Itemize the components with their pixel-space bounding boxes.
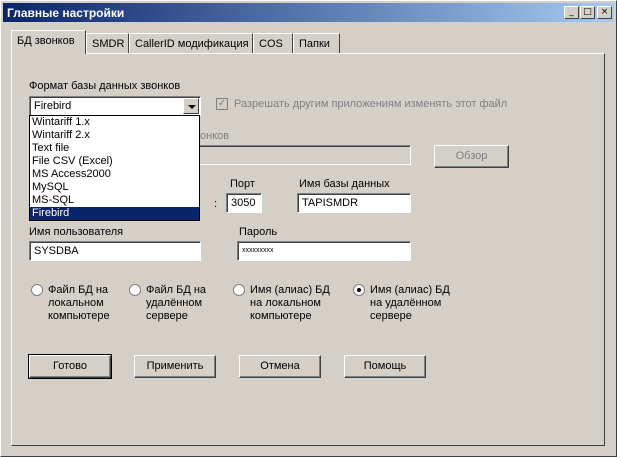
radio-local-alias[interactable]	[233, 284, 245, 296]
dropdown-option[interactable]: MS Access2000	[30, 168, 199, 181]
radio-remote-file-label: Файл БД на удалённом сервере	[146, 284, 207, 322]
chevron-down-icon[interactable]	[183, 98, 199, 114]
tab-smdr[interactable]: SMDR	[86, 33, 129, 53]
tab-folders[interactable]: Папки	[293, 33, 340, 53]
dbname-label: Имя базы данных	[299, 178, 390, 190]
tab-label: БД звонков	[17, 35, 75, 47]
db-format-combo[interactable]: Firebird	[29, 96, 201, 116]
host-port-separator: :	[214, 198, 218, 210]
dropdown-option[interactable]: Text file	[30, 142, 199, 155]
apply-button[interactable]: Применить	[134, 355, 216, 378]
tab-label: CallerID модификация	[135, 38, 249, 50]
dropdown-option[interactable]: MySQL	[30, 181, 199, 194]
password-input[interactable]: xxxxxxxxx	[237, 241, 411, 261]
tab-calls-db[interactable]: БД звонков	[11, 30, 86, 54]
radio-local-file-label: Файл БД на локальном компьютере	[48, 284, 110, 322]
maximize-button[interactable]: □	[580, 6, 595, 19]
radio-remote-file[interactable]	[129, 284, 141, 296]
radio-local-file[interactable]	[31, 284, 43, 296]
db-file-path-input[interactable]	[197, 145, 411, 165]
username-input[interactable]: SYSDBA	[29, 241, 201, 261]
db-format-value: Firebird	[34, 100, 72, 112]
radio-remote-alias-label: Имя (алиас) БД на удалённом сервере	[370, 284, 450, 322]
dropdown-option[interactable]: MS-SQL	[30, 194, 199, 207]
tab-label: SMDR	[92, 38, 125, 50]
password-label: Пароль	[239, 226, 278, 238]
main-settings-window: Главные настройки _ □ × БД звонков SMDR …	[0, 0, 617, 457]
username-label: Имя пользователя	[29, 226, 124, 238]
port-label: Порт	[230, 178, 255, 190]
dropdown-option[interactable]: Wintariff 1.x	[30, 116, 199, 129]
browse-button[interactable]: Обзор	[434, 145, 509, 168]
dropdown-option[interactable]: File CSV (Excel)	[30, 155, 199, 168]
dropdown-option-selected[interactable]: Firebird	[30, 207, 199, 220]
port-input[interactable]: 3050	[226, 193, 262, 213]
ok-button[interactable]: Готово	[28, 354, 112, 379]
allow-others-checkbox[interactable]: ✓	[216, 98, 228, 110]
help-button[interactable]: Помощь	[344, 355, 426, 378]
allow-others-label: Разрешать другим приложениям изменять эт…	[234, 98, 508, 110]
dropdown-option[interactable]: Wintariff 2.x	[30, 129, 199, 142]
db-file-label: онков	[200, 130, 230, 142]
radio-local-alias-label: Имя (алиас) БД на локальном компьютере	[250, 284, 330, 322]
tab-cos[interactable]: COS	[253, 33, 293, 53]
cancel-button[interactable]: Отмена	[239, 355, 321, 378]
radio-remote-alias[interactable]	[353, 284, 365, 296]
close-button[interactable]: ×	[597, 6, 612, 19]
db-format-dropdown-list[interactable]: Wintariff 1.x Wintariff 2.x Text file Fi…	[29, 115, 200, 221]
minimize-button[interactable]: _	[564, 6, 579, 19]
tab-label: Папки	[299, 38, 330, 50]
window-title: Главные настройки	[7, 6, 125, 20]
tab-label: COS	[259, 38, 283, 50]
tab-callerid[interactable]: CallerID модификация	[129, 33, 253, 53]
db-format-label: Формат базы данных звонков	[29, 80, 181, 92]
title-bar[interactable]: Главные настройки _ □ ×	[3, 3, 614, 22]
dbname-input[interactable]: TAPISMDR	[297, 193, 411, 213]
